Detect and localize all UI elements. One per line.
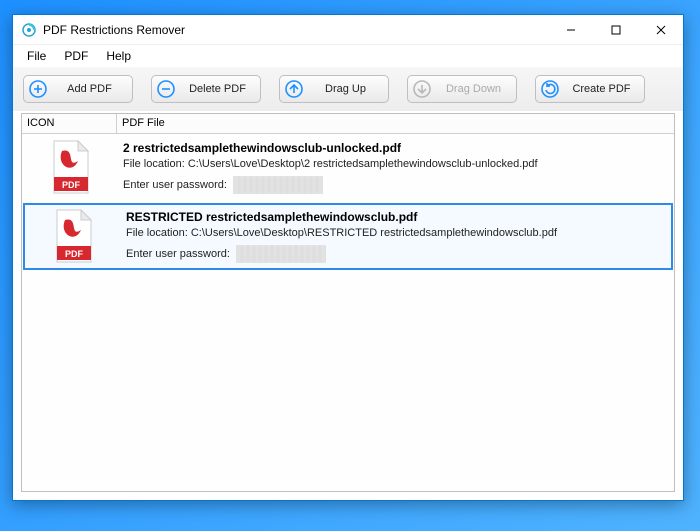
password-row: Enter user password: [126, 245, 665, 263]
arrow-down-circle-icon [413, 80, 431, 98]
create-pdf-button[interactable]: Create PDF [535, 75, 645, 103]
pdf-icon: PDF [25, 207, 120, 266]
arrow-up-circle-icon [285, 80, 303, 98]
drag-up-button[interactable]: Drag Up [279, 75, 389, 103]
app-window: PDF Restrictions Remover File PDF Help A… [12, 14, 684, 501]
menubar: File PDF Help [13, 45, 683, 67]
window-controls [548, 15, 683, 44]
close-button[interactable] [638, 15, 683, 44]
add-pdf-button[interactable]: Add PDF [23, 75, 133, 103]
file-location: File location: C:\Users\Love\Desktop\2 r… [123, 158, 668, 170]
app-icon [21, 22, 37, 38]
svg-text:PDF: PDF [62, 180, 81, 190]
titlebar[interactable]: PDF Restrictions Remover [13, 15, 683, 45]
menu-file[interactable]: File [19, 47, 54, 65]
drag-down-label: Drag Down [441, 83, 506, 95]
minimize-button[interactable] [548, 15, 593, 44]
file-info: RESTRICTED restrictedsamplethewindowsclu… [120, 207, 671, 266]
create-pdf-label: Create PDF [569, 83, 634, 95]
file-info: 2 restrictedsamplethewindowsclub-unlocke… [117, 138, 674, 197]
svg-text:PDF: PDF [65, 249, 84, 259]
drag-up-label: Drag Up [313, 83, 378, 95]
maximize-button[interactable] [593, 15, 638, 44]
plus-circle-icon [29, 80, 47, 98]
column-icon[interactable]: ICON [22, 114, 117, 133]
delete-pdf-button[interactable]: Delete PDF [151, 75, 261, 103]
menu-help[interactable]: Help [98, 47, 139, 65]
password-row: Enter user password: [123, 176, 668, 194]
minus-circle-icon [157, 80, 175, 98]
password-input[interactable] [233, 176, 323, 194]
file-list: ICON PDF File PDF 2 restrictedsamplethew… [21, 113, 675, 492]
refresh-circle-icon [541, 80, 559, 98]
window-title: PDF Restrictions Remover [43, 23, 548, 37]
toolbar: Add PDF Delete PDF Drag Up Drag Down Cre… [13, 67, 683, 111]
table-row[interactable]: PDF 2 restrictedsamplethewindowsclub-unl… [22, 134, 674, 202]
table-row[interactable]: PDF RESTRICTED restrictedsamplethewindow… [23, 203, 673, 270]
password-label: Enter user password: [123, 179, 227, 191]
file-name: 2 restrictedsamplethewindowsclub-unlocke… [123, 141, 668, 155]
file-location: File location: C:\Users\Love\Desktop\RES… [126, 227, 665, 239]
menu-pdf[interactable]: PDF [56, 47, 96, 65]
delete-pdf-label: Delete PDF [185, 83, 250, 95]
password-label: Enter user password: [126, 248, 230, 260]
pdf-icon: PDF [22, 138, 117, 197]
list-header: ICON PDF File [22, 114, 674, 134]
add-pdf-label: Add PDF [57, 83, 122, 95]
file-name: RESTRICTED restrictedsamplethewindowsclu… [126, 210, 665, 224]
drag-down-button[interactable]: Drag Down [407, 75, 517, 103]
column-pdf-file[interactable]: PDF File [117, 114, 674, 133]
password-input[interactable] [236, 245, 326, 263]
